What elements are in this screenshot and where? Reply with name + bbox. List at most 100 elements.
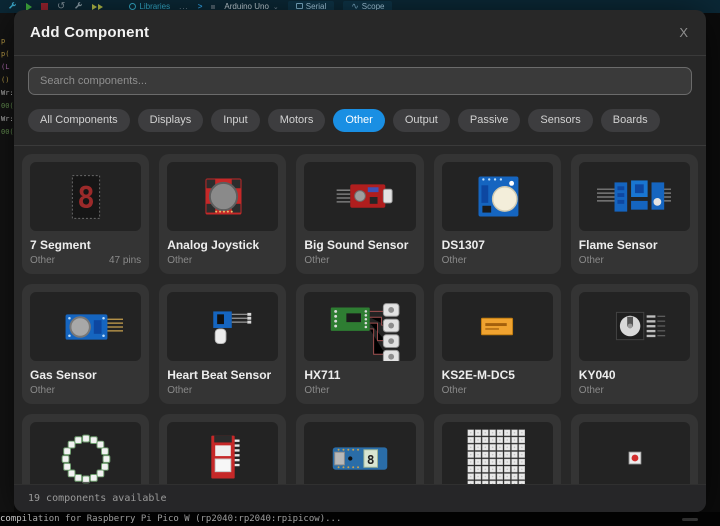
- rotary-encoder-thumbnail: [579, 292, 690, 361]
- filter-chips: All Components Displays Input Motors Other Ou…: [14, 104, 706, 146]
- component-card[interactable]: [434, 414, 561, 485]
- component-category: Other: [30, 385, 55, 396]
- component-name: Big Sound Sensor: [304, 239, 415, 252]
- filter-chip-boards[interactable]: Boards: [601, 109, 660, 132]
- component-card[interactable]: [571, 414, 698, 485]
- close-icon[interactable]: X: [677, 25, 690, 40]
- led-red-thumbnail: [579, 422, 690, 485]
- component-meta: Other: [442, 255, 553, 266]
- code-fragment: p: [0, 35, 14, 48]
- search-area: [14, 56, 706, 104]
- component-meta: Other: [442, 385, 553, 396]
- code-fragment: p(: [0, 48, 14, 61]
- led-matrix-thumbnail: [442, 422, 553, 485]
- component-meta: Other: [30, 385, 141, 396]
- filter-chip-passive[interactable]: Passive: [458, 109, 521, 132]
- filter-chip-displays[interactable]: Displays: [138, 109, 204, 132]
- component-name: KS2E-M-DC5: [442, 369, 553, 382]
- component-category: Other: [442, 385, 467, 396]
- component-card-analog-joystick[interactable]: Analog Joystick Other: [159, 154, 286, 274]
- component-category: Other: [304, 385, 329, 396]
- component-card[interactable]: 8: [296, 414, 423, 485]
- component-card[interactable]: [159, 414, 286, 485]
- dialog-header: Add Component X: [14, 10, 706, 56]
- component-category: Other: [304, 255, 329, 266]
- red-module-thumbnail: [167, 422, 278, 485]
- component-card-heart-beat-sensor[interactable]: Heart Beat Sensor Other: [159, 284, 286, 404]
- scope-wave-icon: ∿: [351, 3, 359, 9]
- component-category: Other: [442, 255, 467, 266]
- hx711-connectors-thumbnail: [304, 292, 415, 361]
- component-name: Gas Sensor: [30, 369, 141, 382]
- code-fragment: 00(: [0, 100, 14, 113]
- code-fragment: (L: [0, 61, 14, 74]
- component-name: DS1307: [442, 239, 553, 252]
- stop-icon[interactable]: [41, 3, 48, 10]
- wrench-icon[interactable]: [8, 1, 17, 12]
- component-name: HX711: [304, 369, 415, 382]
- rtc-battery-thumbnail: [442, 162, 553, 231]
- seven-segment-thumbnail: 8: [30, 162, 141, 231]
- gas-sensor-thumbnail: [30, 292, 141, 361]
- code-fragment: 00(: [0, 126, 14, 139]
- component-name: 7 Segment: [30, 239, 141, 252]
- code-editor-strip: pp((L()Wr:00(Wr:00(: [0, 13, 14, 512]
- heartbeat-sensor-thumbnail: [167, 292, 278, 361]
- component-name: Flame Sensor: [579, 239, 690, 252]
- pause-square-icon: [211, 5, 215, 9]
- svg-text:8: 8: [77, 180, 95, 214]
- component-card-big-sound-sensor[interactable]: Big Sound Sensor Other: [296, 154, 423, 274]
- blue-board-thumbnail: 8: [304, 422, 415, 485]
- component-meta: Other: [304, 255, 415, 266]
- component-card-ds1307[interactable]: DS1307 Other: [434, 154, 561, 274]
- filter-chip-motors[interactable]: Motors: [268, 109, 326, 132]
- led-ring-thumbnail: [30, 422, 141, 485]
- component-category: Other: [579, 385, 604, 396]
- code-fragment: (): [0, 74, 14, 87]
- add-component-dialog: Add Component X All Components Displays In…: [14, 10, 706, 512]
- component-category: Other: [579, 255, 604, 266]
- component-pin-count: 47 pins: [109, 255, 141, 266]
- component-meta: Other: [167, 385, 278, 396]
- flame-sensor-thumbnail: [579, 162, 690, 231]
- search-input[interactable]: [28, 67, 692, 95]
- component-name: Heart Beat Sensor: [167, 369, 278, 382]
- code-fragment: Wr:: [0, 87, 14, 100]
- component-category: Other: [167, 385, 192, 396]
- component-meta: Other: [579, 385, 690, 396]
- dialog-footer: 19 components available: [14, 484, 706, 512]
- component-name: Analog Joystick: [167, 239, 278, 252]
- component-count-status: 19 components available: [28, 493, 166, 504]
- component-card[interactable]: [22, 414, 149, 485]
- dialog-title: Add Component: [30, 24, 149, 41]
- component-meta: Other 47 pins: [30, 255, 141, 266]
- relay-orange-thumbnail: [442, 292, 553, 361]
- libraries-icon: [129, 3, 136, 10]
- console-output: compilation for Raspberry Pi Pico W (rp2…: [0, 512, 720, 526]
- component-name: KY040: [579, 369, 690, 382]
- component-card-gas-sensor[interactable]: Gas Sensor Other: [22, 284, 149, 404]
- component-card-ky040[interactable]: KY040 Other: [571, 284, 698, 404]
- component-card-flame-sensor[interactable]: Flame Sensor Other: [571, 154, 698, 274]
- console-scrollbar[interactable]: [682, 518, 698, 521]
- filter-chip-other[interactable]: Other: [333, 109, 385, 132]
- component-meta: Other: [579, 255, 690, 266]
- component-card-hx711[interactable]: HX711 Other: [296, 284, 423, 404]
- component-meta: Other: [304, 385, 415, 396]
- filter-chip-all-components[interactable]: All Components: [28, 109, 130, 132]
- filter-chip-output[interactable]: Output: [393, 109, 450, 132]
- serial-monitor-icon: [296, 3, 303, 9]
- joystick-thumbnail: [167, 162, 278, 231]
- component-card-ks2e-m-dc5[interactable]: KS2E-M-DC5 Other: [434, 284, 561, 404]
- filter-chip-input[interactable]: Input: [211, 109, 259, 132]
- filter-chip-sensors[interactable]: Sensors: [528, 109, 592, 132]
- component-category: Other: [167, 255, 192, 266]
- component-meta: Other: [167, 255, 278, 266]
- fast-forward-icon[interactable]: [92, 4, 103, 10]
- console-text: compilation for Raspberry Pi Pico W (rp2…: [0, 514, 341, 524]
- svg-text:8: 8: [367, 452, 375, 467]
- component-grid: 8 7 Segment Other 47 pins Analog Joystic…: [14, 146, 706, 485]
- component-card-7-segment[interactable]: 8 7 Segment Other 47 pins: [22, 154, 149, 274]
- code-fragment: Wr:: [0, 113, 14, 126]
- component-category: Other: [30, 255, 55, 266]
